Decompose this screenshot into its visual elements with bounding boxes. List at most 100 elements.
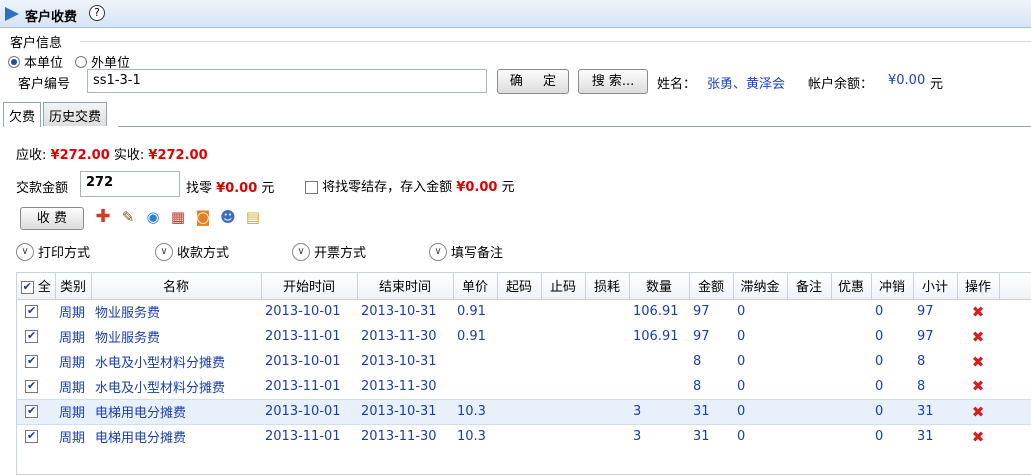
column-header[interactable]: 滞纳金: [733, 273, 788, 300]
column-header[interactable]: 止码: [541, 273, 586, 300]
end-reading-cell: [541, 324, 585, 349]
calendar-icon[interactable]: ▦: [169, 208, 187, 226]
column-header[interactable]: 冲销: [871, 273, 914, 300]
table-row[interactable]: 周期物业服务费 2013-10-01 2013-10-31 0.91 106.91 97 0…: [17, 299, 1031, 324]
delete-icon[interactable]: ✖: [972, 377, 985, 395]
end-reading-cell: [541, 349, 585, 374]
column-header[interactable]: 金额: [689, 273, 734, 300]
note-icon[interactable]: ▤: [244, 208, 262, 226]
column-header[interactable]: 类别: [55, 273, 92, 300]
delete-icon[interactable]: ✖: [972, 303, 985, 321]
save-change-option: 将找零结存，存入金额 ¥0.00 元: [305, 176, 515, 195]
expander-invoice[interactable]: ∨ 开票方式: [292, 242, 366, 261]
offset-cell: 0: [875, 378, 884, 394]
remark-cell: [787, 424, 831, 449]
column-header-filler: [999, 273, 1031, 300]
offset-cell: 0: [875, 429, 884, 445]
edit-icon[interactable]: ✎: [119, 208, 137, 226]
loss-cell: [585, 324, 629, 349]
column-header[interactable]: 数量: [629, 273, 690, 300]
rss-icon[interactable]: ◙: [194, 208, 212, 226]
customer-code-input[interactable]: ss1-3-1: [87, 69, 487, 93]
save-change-label: 将找零结存，存入金额: [322, 180, 453, 195]
amount-cell: 31: [689, 398, 733, 425]
category-cell: 周期: [59, 331, 86, 346]
radio-own-unit[interactable]: [8, 55, 20, 68]
subtotal-cell: 8: [917, 354, 926, 369]
select-all-header[interactable]: 全: [17, 273, 56, 300]
amount-cell: 8: [693, 354, 702, 369]
row-checkbox[interactable]: [25, 354, 38, 368]
column-header[interactable]: 操作: [957, 273, 1000, 300]
end-date-cell: 2013-11-30: [361, 429, 437, 445]
change-unit: 元: [261, 181, 275, 196]
quantity-cell: [629, 349, 689, 374]
end-date-cell: 2013-11-30: [361, 329, 437, 344]
table-row[interactable]: 周期物业服务费 2013-11-01 2013-11-30 0.91 106.91 97 0…: [17, 324, 1031, 349]
save-change-checkbox[interactable]: [305, 181, 318, 194]
row-checkbox[interactable]: [25, 404, 38, 418]
start-reading-cell: [497, 349, 541, 374]
delete-icon[interactable]: ✖: [972, 353, 985, 371]
expander-print[interactable]: ∨ 打印方式: [16, 242, 90, 261]
delete-icon[interactable]: ✖: [972, 428, 985, 446]
tab-bar: 欠费 历史交费: [3, 102, 109, 127]
remark-cell: [787, 374, 831, 399]
balance-label: 帐户余额：: [808, 77, 874, 92]
receivable-value: ¥272.00: [50, 148, 110, 163]
column-header[interactable]: 起码: [497, 273, 542, 300]
table-row[interactable]: 周期电梯用电分摊费2013-10-012013-10-3110.33310031…: [17, 398, 1031, 425]
column-header[interactable]: 损耗: [585, 273, 630, 300]
customer-name-link[interactable]: 张勇、黄泽会: [707, 73, 785, 92]
search-button[interactable]: 搜 索...: [578, 69, 648, 94]
table-row[interactable]: 周期电梯用电分摊费 2013-11-01 2013-11-30 10.3 3 31 0 0 31…: [17, 424, 1031, 449]
help-icon[interactable]: ?: [89, 5, 105, 21]
user-icon[interactable]: ☻: [219, 208, 237, 226]
row-checkbox[interactable]: [25, 379, 38, 393]
receivable-summary: 应收: ¥272.00 实收: ¥272.00: [16, 144, 208, 163]
category-cell: 周期: [59, 356, 86, 371]
row-select-cell: [17, 374, 55, 399]
subtotal-cell: 31: [913, 398, 957, 425]
column-header[interactable]: 小计: [913, 273, 958, 300]
row-checkbox[interactable]: [25, 329, 38, 343]
select-all-checkbox[interactable]: [20, 280, 34, 295]
collect-button[interactable]: 收 费: [20, 207, 84, 230]
column-header[interactable]: 优惠: [831, 273, 872, 300]
payment-input[interactable]: 272: [80, 171, 180, 197]
name-cell: 电梯用电分摊费: [91, 398, 261, 425]
discount-cell: [831, 374, 871, 399]
received-label: 实收:: [113, 148, 145, 163]
price-cell: 0.91: [457, 304, 486, 320]
start-reading-cell: [497, 374, 541, 399]
tab-history[interactable]: 历史交费: [43, 102, 108, 126]
expander-remark[interactable]: ∨ 填写备注: [429, 242, 503, 261]
table-row[interactable]: 周期水电及小型材料分摊费 2013-10-01 2013-10-31 8 0 0 8 ✖: [17, 349, 1031, 374]
start-date-cell: 2013-10-01: [261, 398, 357, 425]
radio-external-unit[interactable]: [75, 55, 88, 68]
loss-cell: [585, 349, 629, 374]
row-checkbox[interactable]: [25, 429, 38, 444]
action-cell: ✖: [957, 398, 999, 425]
name-cell: 水电及小型材料分摊费: [95, 356, 226, 371]
tab-arrears[interactable]: 欠费: [3, 102, 42, 127]
column-header[interactable]: 单价: [453, 273, 498, 300]
column-header[interactable]: 开始时间: [261, 273, 358, 300]
confirm-button[interactable]: 确 定: [497, 69, 569, 94]
category-cell: 周期: [59, 380, 86, 396]
name-cell: 水电及小型材料分摊费: [95, 380, 226, 396]
table-row[interactable]: 周期水电及小型材料分摊费 2013-11-01 2013-11-30 8 0 0 8 ✖: [17, 374, 1031, 399]
column-header[interactable]: 名称: [91, 273, 262, 300]
column-header[interactable]: 备注: [787, 273, 832, 300]
remark-cell: [787, 349, 831, 374]
refresh-icon[interactable]: ◉: [144, 208, 162, 226]
add-icon[interactable]: ✚: [94, 208, 112, 226]
table-header: 全 类别 名称 开始时间 结束时间 单价 起码 止码 损耗 数量 金额 滞纳金 …: [17, 273, 1031, 300]
delete-icon[interactable]: ✖: [972, 403, 985, 421]
row-checkbox[interactable]: [25, 304, 38, 319]
column-header[interactable]: 结束时间: [357, 273, 454, 300]
name-cell: 物业服务费: [95, 306, 161, 322]
expander-payment-method[interactable]: ∨ 收款方式: [155, 242, 229, 261]
delete-icon[interactable]: ✖: [972, 328, 985, 346]
action-cell: ✖: [957, 424, 999, 449]
